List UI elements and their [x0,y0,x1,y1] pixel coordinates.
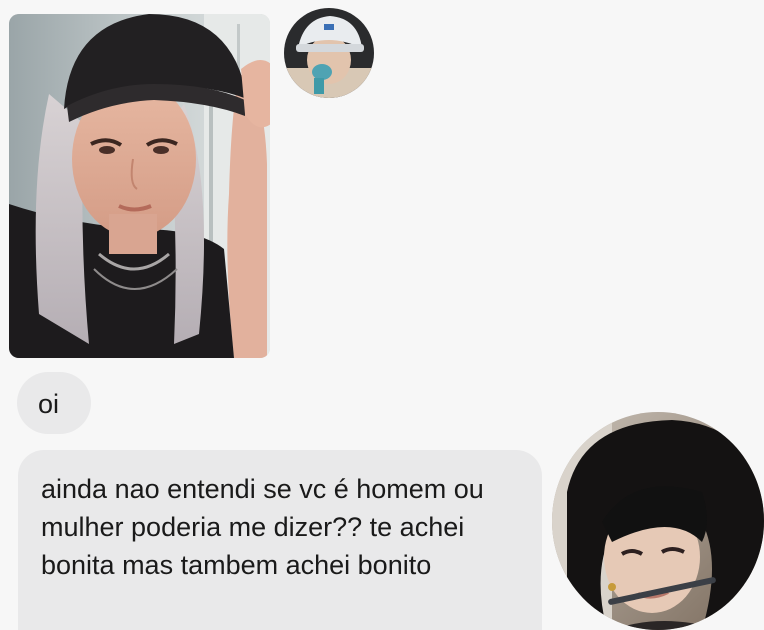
message-text: ainda nao entendi se vc é homem ou mulhe… [41,474,484,580]
message-text: oi [38,389,60,419]
message-bubble-oi[interactable]: oi [17,372,91,434]
message-bubble-question[interactable]: ainda nao entendi se vc é homem ou mulhe… [18,450,542,630]
photo-image [9,14,270,358]
avatar-image [552,412,764,630]
contact-avatar-large[interactable] [552,412,764,630]
contact-avatar-small[interactable] [284,8,374,98]
photo-message[interactable] [9,14,270,358]
avatar-image [284,8,374,98]
